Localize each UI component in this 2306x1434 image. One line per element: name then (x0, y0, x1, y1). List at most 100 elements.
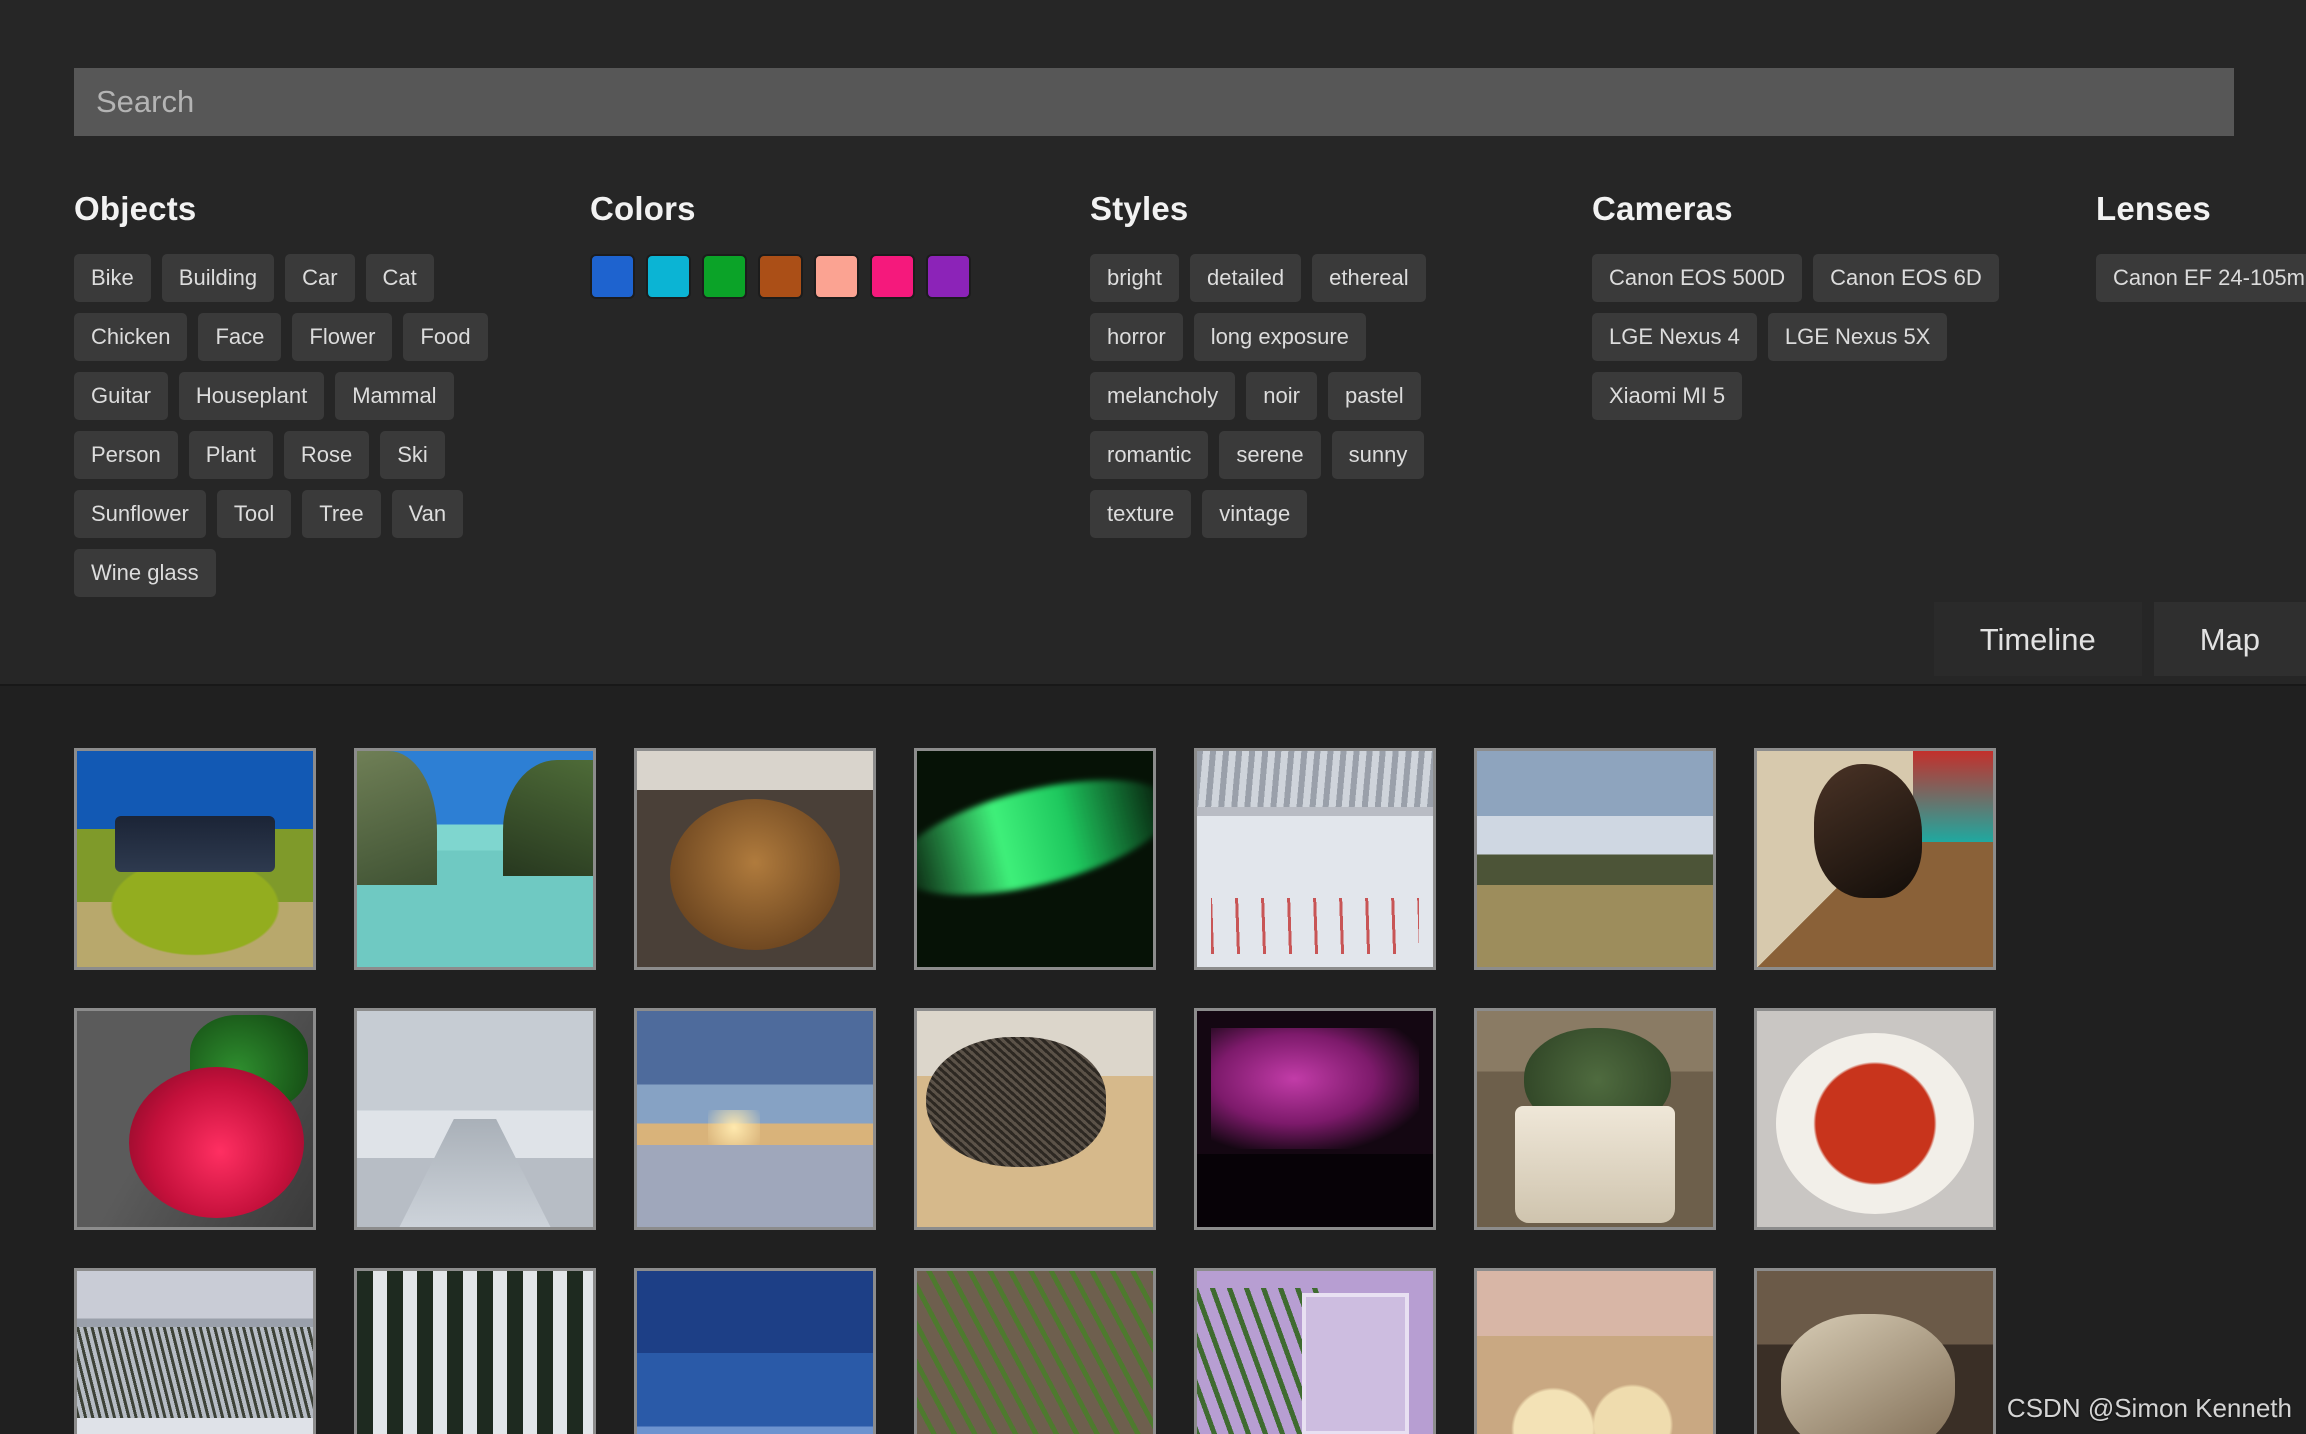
color-swatch-list (590, 254, 1016, 299)
tag-objects-1[interactable]: Building (162, 254, 274, 302)
photo-thumbnail-baby-chicks[interactable] (1474, 1268, 1716, 1434)
photo-image (1757, 1271, 1993, 1434)
facet-title-colors: Colors (590, 190, 1016, 228)
tag-styles-12[interactable]: vintage (1202, 490, 1307, 538)
photo-thumbnail-siamese-cat[interactable] (1754, 748, 1996, 970)
filter-panel: Objects BikeBuildingCarCat ChickenFaceFlo… (0, 0, 2306, 686)
photo-thumbnail-ski-slope-race[interactable] (1194, 748, 1436, 970)
color-swatch-brown[interactable] (758, 254, 803, 299)
photo-image (637, 751, 873, 967)
tag-objects-16[interactable]: Tool (217, 490, 291, 538)
photo-image (77, 1011, 313, 1227)
tag-styles-2[interactable]: ethereal (1312, 254, 1426, 302)
photo-thumbnail-caramel-saucepan[interactable] (634, 748, 876, 970)
objects-tag-list: BikeBuildingCarCat ChickenFaceFlowerFood G… (74, 254, 516, 597)
lenses-tag-list: Canon EF 24-105mm f/4L IS USMSigma 10-20… (2096, 254, 2306, 302)
photo-thumbnail-purple-concert-stage[interactable] (1194, 1008, 1436, 1230)
photo-image (917, 1011, 1153, 1227)
tag-objects-12[interactable]: Plant (189, 431, 273, 479)
photo-thumbnail-hedgehog-on-floor[interactable] (914, 1008, 1156, 1230)
photo-thumbnail-snowy-mountain[interactable] (74, 1268, 316, 1434)
tag-objects-17[interactable]: Tree (302, 490, 380, 538)
tag-objects-9[interactable]: Houseplant (179, 372, 324, 420)
tag-objects-4[interactable]: Chicken (74, 313, 187, 361)
facet-cameras: Cameras Canon EOS 500DCanon EOS 6DLGE Ne… (1518, 190, 2022, 590)
photo-thumbnail-spider-plant[interactable] (914, 1268, 1156, 1434)
tag-objects-2[interactable]: Car (285, 254, 354, 302)
tag-objects-5[interactable]: Face (198, 313, 281, 361)
facet-styles: Styles brightdetailedetherealhorrorlong … (1016, 190, 1518, 590)
photo-image (1197, 1011, 1433, 1227)
photo-thumbnail-open-field-clouds[interactable] (1474, 748, 1716, 970)
photo-image (357, 1271, 593, 1434)
tag-styles-5[interactable]: melancholy (1090, 372, 1235, 420)
photo-image (1757, 751, 1993, 967)
color-swatch-magenta[interactable] (870, 254, 915, 299)
photo-thumbnail-green-aurora[interactable] (914, 748, 1156, 970)
styles-tag-list: brightdetailedethereal horrorlong exposur… (1090, 254, 1518, 538)
photo-thumbnail-green-vw-van[interactable] (74, 748, 316, 970)
photo-thumbnail-lilac-house-window[interactable] (1194, 1268, 1436, 1434)
tag-objects-10[interactable]: Mammal (335, 372, 453, 420)
tag-cameras-4[interactable]: Xiaomi MI 5 (1592, 372, 1742, 420)
tag-styles-0[interactable]: bright (1090, 254, 1179, 302)
color-swatch-salmon[interactable] (814, 254, 859, 299)
photo-thumbnail-red-roses-bouquet[interactable] (74, 1008, 316, 1230)
tag-styles-4[interactable]: long exposure (1194, 313, 1366, 361)
photo-image (1757, 1011, 1993, 1227)
tag-objects-13[interactable]: Rose (284, 431, 369, 479)
tag-objects-14[interactable]: Ski (380, 431, 445, 479)
tag-styles-1[interactable]: detailed (1190, 254, 1301, 302)
search-input[interactable] (74, 68, 2234, 136)
tag-styles-7[interactable]: pastel (1328, 372, 1421, 420)
color-swatch-cyan[interactable] (646, 254, 691, 299)
tag-objects-11[interactable]: Person (74, 431, 178, 479)
photo-image (357, 1011, 593, 1227)
facet-objects: Objects BikeBuildingCarCat ChickenFaceFlo… (0, 190, 516, 590)
tag-styles-9[interactable]: serene (1219, 431, 1320, 479)
tag-objects-15[interactable]: Sunflower (74, 490, 206, 538)
photo-thumbnail-snowy-fir-forest-skiers[interactable] (354, 1268, 596, 1434)
tag-lenses-0[interactable]: Canon EF 24-105mm f/4L IS USM (2096, 254, 2306, 302)
view-tab-map[interactable]: Map (2154, 602, 2306, 676)
tag-objects-0[interactable]: Bike (74, 254, 151, 302)
color-swatch-purple[interactable] (926, 254, 971, 299)
tag-cameras-0[interactable]: Canon EOS 500D (1592, 254, 1802, 302)
facet-lenses: Lenses Canon EF 24-105mm f/4L IS USMSigm… (2022, 190, 2306, 590)
photo-image (1197, 1271, 1433, 1434)
tag-styles-10[interactable]: sunny (1332, 431, 1425, 479)
tag-styles-11[interactable]: texture (1090, 490, 1191, 538)
photo-thumbnail-turquoise-lake-gorge[interactable] (354, 748, 596, 970)
photo-image (77, 1271, 313, 1434)
photo-image (1197, 751, 1433, 967)
cameras-tag-list: Canon EOS 500DCanon EOS 6D LGE Nexus 4LGE… (1592, 254, 2022, 420)
photo-thumbnail-winter-sunset-trees[interactable] (634, 1008, 876, 1230)
photo-thumbnail-guinea-pig-cage[interactable] (1754, 1268, 1996, 1434)
photo-image (1477, 1011, 1713, 1227)
tag-cameras-2[interactable]: LGE Nexus 4 (1592, 313, 1757, 361)
tag-cameras-1[interactable]: Canon EOS 6D (1813, 254, 1999, 302)
color-swatch-green[interactable] (702, 254, 747, 299)
tag-styles-6[interactable]: noir (1246, 372, 1317, 420)
tag-styles-3[interactable]: horror (1090, 313, 1183, 361)
tag-objects-19[interactable]: Wine glass (74, 549, 216, 597)
tag-objects-6[interactable]: Flower (292, 313, 392, 361)
tag-objects-18[interactable]: Van (392, 490, 464, 538)
tag-objects-8[interactable]: Guitar (74, 372, 168, 420)
photo-thumbnail-snowy-road[interactable] (354, 1008, 596, 1230)
photo-thumbnail-night-blue-sky[interactable] (634, 1268, 876, 1434)
tag-objects-3[interactable]: Cat (366, 254, 434, 302)
color-swatch-blue[interactable] (590, 254, 635, 299)
tag-cameras-3[interactable]: LGE Nexus 5X (1768, 313, 1948, 361)
photo-image (637, 1271, 873, 1434)
photo-thumbnail-succulent-cat-pot[interactable] (1474, 1008, 1716, 1230)
photo-thumbnail-tomato-soup-plate[interactable] (1754, 1008, 1996, 1230)
tag-objects-7[interactable]: Food (403, 313, 487, 361)
tag-styles-8[interactable]: romantic (1090, 431, 1208, 479)
photo-image (357, 751, 593, 967)
facet-title-lenses: Lenses (2096, 190, 2306, 228)
facet-title-objects: Objects (74, 190, 516, 228)
search-bar (74, 68, 2234, 136)
photo-image (917, 751, 1153, 967)
view-tab-timeline[interactable]: Timeline (1934, 602, 2142, 676)
